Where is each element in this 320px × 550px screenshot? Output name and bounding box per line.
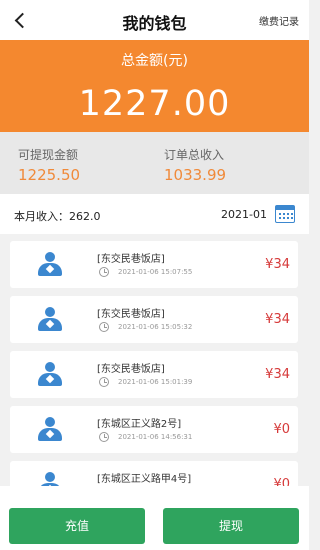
list-item[interactable]: [东城区正义路2号] 2021-01-06 14:56:31 ¥0 bbox=[10, 406, 298, 453]
record-time: 2021-01-06 15:07:55 bbox=[118, 268, 193, 276]
record-amount: ¥34 bbox=[265, 312, 290, 327]
user-icon bbox=[37, 417, 63, 443]
footer: 充值 提现 bbox=[0, 486, 309, 550]
user-icon bbox=[37, 472, 63, 486]
clock-icon bbox=[99, 267, 109, 277]
record-amount: ¥0 bbox=[273, 477, 290, 486]
clock-icon bbox=[99, 322, 109, 332]
order-income-value: 1033.99 bbox=[164, 166, 227, 184]
balance-panel: 总金额(元) 1227.00 bbox=[0, 40, 309, 132]
recharge-button[interactable]: 充值 bbox=[9, 508, 145, 544]
list-item[interactable]: [东城区正义路甲4号] ¥0 bbox=[10, 461, 298, 486]
shop-name: [东交民巷饭店] bbox=[97, 309, 165, 320]
month-income: 本月收入：262.0 bbox=[14, 210, 101, 223]
calendar-icon[interactable] bbox=[275, 205, 295, 223]
record-amount: ¥0 bbox=[273, 422, 290, 437]
shop-name: [东城区正义路2号] bbox=[97, 419, 182, 430]
clock-icon bbox=[99, 377, 109, 387]
month-row: 本月收入：262.0 2021-01 bbox=[0, 194, 309, 234]
list-item[interactable]: [东交民巷饭店] 2021-01-06 15:07:55 ¥34 bbox=[10, 241, 298, 288]
list-item[interactable]: [东交民巷饭店] 2021-01-06 15:01:39 ¥34 bbox=[10, 351, 298, 398]
record-amount: ¥34 bbox=[265, 367, 290, 382]
withdraw-button[interactable]: 提现 bbox=[163, 508, 299, 544]
balance-amount: 1227.00 bbox=[78, 84, 231, 124]
user-icon bbox=[37, 307, 63, 333]
shop-name: [东交民巷饭店] bbox=[97, 364, 165, 375]
payment-records-link[interactable]: 缴费记录 bbox=[259, 13, 299, 28]
shop-name: [东城区正义路甲4号] bbox=[97, 474, 192, 485]
user-icon bbox=[37, 362, 63, 388]
month-date[interactable]: 2021-01 bbox=[221, 208, 267, 221]
list-item[interactable]: [东交民巷饭店] 2021-01-06 15:05:32 ¥34 bbox=[10, 296, 298, 343]
record-time: 2021-01-06 15:05:32 bbox=[118, 323, 193, 331]
balance-label: 总金额(元) bbox=[121, 53, 188, 69]
record-list[interactable]: [东交民巷饭店] 2021-01-06 15:07:55 ¥34 [东交民巷饭店… bbox=[0, 234, 309, 486]
shop-name: [东交民巷饭店] bbox=[97, 254, 165, 265]
clock-icon bbox=[99, 432, 109, 442]
record-time: 2021-01-06 15:01:39 bbox=[118, 378, 193, 386]
header: 我的钱包 缴费记录 bbox=[0, 0, 309, 40]
user-icon bbox=[37, 252, 63, 278]
order-income-label: 订单总收入 bbox=[164, 148, 225, 162]
stats-panel: 可提现金额 1225.50 订单总收入 1033.99 bbox=[0, 132, 309, 194]
record-time: 2021-01-06 14:56:31 bbox=[118, 433, 193, 441]
withdrawable-label: 可提现金额 bbox=[18, 148, 79, 162]
record-amount: ¥34 bbox=[265, 257, 290, 272]
withdrawable-value: 1225.50 bbox=[18, 166, 81, 184]
